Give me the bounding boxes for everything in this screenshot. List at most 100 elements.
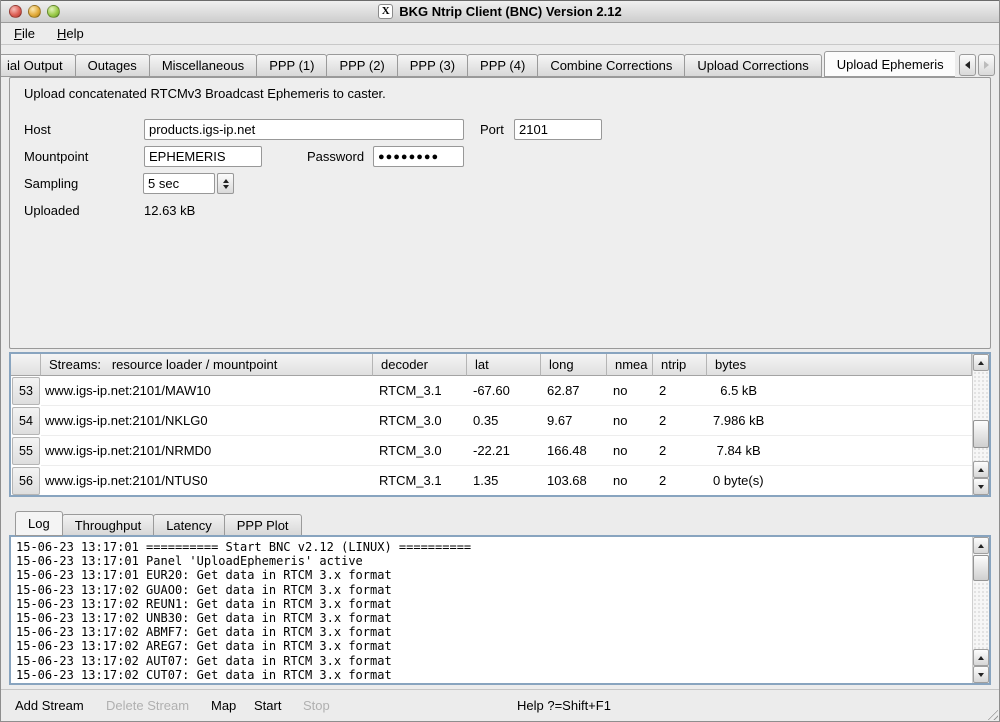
sampling-input[interactable] — [143, 173, 215, 194]
scroll-up-button-bottom[interactable] — [973, 461, 989, 478]
table-rows: 53www.igs-ip.net:2101/MAW10 RTCM_3.1 -67.6… — [11, 376, 972, 495]
port-input[interactable] — [514, 119, 602, 140]
column-header-bytes[interactable]: bytes — [707, 354, 972, 376]
cell-lat: 1.35 — [467, 466, 541, 495]
scroll-up-button[interactable] — [973, 537, 989, 554]
cell-stream: www.igs-ip.net:2101/MAW10 — [41, 376, 373, 406]
scroll-down-button[interactable] — [973, 478, 989, 495]
arrow-down-icon — [978, 485, 984, 489]
scroll-down-button[interactable] — [973, 666, 989, 683]
table-row[interactable]: 55www.igs-ip.net:2101/NRMD0RTCM_3.0-22.2… — [11, 436, 972, 466]
tab-ppp-2[interactable]: PPP (2) — [326, 54, 397, 77]
log-output[interactable]: 15-06-23 13:17:01 ========== Start BNC v… — [11, 537, 972, 683]
tab-scroll-buttons — [955, 54, 999, 77]
column-header-streams-resource-loader-mountpoint[interactable]: Streams: resource loader / mountpoint — [41, 354, 373, 376]
column-header-lat[interactable]: lat — [467, 354, 541, 376]
sampling-stepper[interactable] — [217, 173, 234, 194]
log-line: 15-06-23 13:17:02 AUT07: Get data in RTC… — [16, 654, 972, 668]
row-number: 56 — [12, 467, 40, 495]
scrollbar-track[interactable] — [973, 371, 989, 461]
menu-file[interactable]: File — [9, 24, 40, 43]
column-header-ntrip[interactable]: ntrip — [653, 354, 707, 376]
tab-miscellaneous[interactable]: Miscellaneous — [149, 54, 257, 77]
row-number: 53 — [12, 377, 40, 405]
cell-nmea: no — [607, 406, 653, 436]
tab-ppp-1[interactable]: PPP (1) — [256, 54, 327, 77]
tab-ppp-4[interactable]: PPP (4) — [467, 54, 538, 77]
log-panel: 15-06-23 13:17:01 ========== Start BNC v… — [9, 535, 991, 685]
table-row[interactable]: 56www.igs-ip.net:2101/NTUS0RTCM_3.11.351… — [11, 466, 972, 495]
bnc-window: X BKG Ntrip Client (BNC) Version 2.12 Fi… — [0, 0, 1000, 722]
log-vertical-scrollbar[interactable] — [972, 537, 989, 683]
cell-ntrip: 2 — [653, 466, 707, 495]
map-button[interactable]: Map — [211, 698, 236, 713]
zoom-window-button[interactable] — [47, 5, 60, 18]
minimize-window-button[interactable] — [28, 5, 41, 18]
column-header-long[interactable]: long — [541, 354, 607, 376]
tab-scroll-right-button[interactable] — [978, 54, 995, 76]
streams-table-body: Streams: resource loader / mountpointdec… — [11, 354, 972, 495]
menu-help[interactable]: Help — [52, 24, 89, 43]
tab-latency[interactable]: Latency — [153, 514, 225, 536]
tab-upload-ephemeris[interactable]: Upload Ephemeris — [824, 51, 955, 77]
password-label: Password — [307, 146, 364, 167]
tab-ppp-plot[interactable]: PPP Plot — [224, 514, 302, 536]
resize-grip[interactable] — [985, 707, 998, 720]
tab-outages[interactable]: Outages — [75, 54, 150, 77]
log-line: 15-06-23 13:17:02 REUN1: Get data in RTC… — [16, 597, 972, 611]
tab-ppp-3[interactable]: PPP (3) — [397, 54, 468, 77]
cell-long: 62.87 — [541, 376, 607, 406]
mountpoint-label: Mountpoint — [24, 146, 88, 167]
tab-throughput[interactable]: Throughput — [62, 514, 155, 536]
log-line: 15-06-23 13:17:02 UNB30: Get data in RTC… — [16, 611, 972, 625]
menubar: File Help — [1, 23, 999, 45]
arrow-up-icon — [978, 544, 984, 548]
cell-long: 103.68 — [541, 466, 607, 495]
sampling-label: Sampling — [24, 173, 78, 194]
host-input[interactable] — [144, 119, 464, 140]
cell-nmea: no — [607, 376, 653, 406]
tab-upload-corrections[interactable]: Upload Corrections — [684, 54, 821, 77]
column-header-decoder[interactable]: decoder — [373, 354, 467, 376]
mountpoint-input[interactable] — [144, 146, 262, 167]
title-area: X BKG Ntrip Client (BNC) Version 2.12 — [1, 1, 999, 22]
tab-scroll-left-button[interactable] — [959, 54, 976, 76]
streams-table: Streams: resource loader / mountpointdec… — [9, 352, 991, 497]
cell-long: 166.48 — [541, 436, 607, 466]
log-line: 15-06-23 13:17:02 CUT07: Get data in RTC… — [16, 668, 972, 682]
panel-description: Upload concatenated RTCMv3 Broadcast Eph… — [24, 86, 386, 101]
cell-ntrip: 2 — [653, 436, 707, 466]
column-header-nmea[interactable]: nmea — [607, 354, 653, 376]
upload-ephemeris-panel: Upload concatenated RTCMv3 Broadcast Eph… — [9, 77, 991, 349]
table-vertical-scrollbar[interactable] — [972, 354, 989, 495]
tab-combine-corrections[interactable]: Combine Corrections — [537, 54, 685, 77]
scroll-up-button[interactable] — [973, 354, 989, 371]
log-line: 15-06-23 13:17:02 ABMF7: Get data in RTC… — [16, 625, 972, 639]
start-button[interactable]: Start — [254, 698, 281, 713]
titlebar[interactable]: X BKG Ntrip Client (BNC) Version 2.12 — [1, 0, 999, 23]
row-number: 55 — [12, 437, 40, 465]
cell-nmea: no — [607, 436, 653, 466]
arrow-up-icon — [978, 656, 984, 660]
scrollbar-thumb[interactable] — [973, 555, 989, 581]
cell-nmea: no — [607, 466, 653, 495]
password-input[interactable]: ●●●●●●●● — [373, 146, 464, 167]
table-row[interactable]: 54www.igs-ip.net:2101/NKLG0RTCM_3.00.359… — [11, 406, 972, 436]
arrow-down-icon — [978, 673, 984, 677]
cell-decoder: RTCM_3.1 — [373, 466, 467, 495]
arrow-up-icon — [978, 361, 984, 365]
close-window-button[interactable] — [9, 5, 22, 18]
scrollbar-track[interactable] — [973, 554, 989, 649]
scroll-up-button-bottom[interactable] — [973, 649, 989, 666]
table-row[interactable]: 53www.igs-ip.net:2101/MAW10RTCM_3.1-67.6… — [11, 376, 972, 406]
add-stream-button[interactable]: Add Stream — [15, 698, 84, 713]
cell-lat: -67.60 — [467, 376, 541, 406]
cell-ntrip: 2 — [653, 406, 707, 436]
tab-ial-output[interactable]: ial Output — [1, 54, 76, 77]
tab-log[interactable]: Log — [15, 511, 63, 536]
help-shortcut-label: Help ?=Shift+F1 — [517, 698, 611, 713]
statusbar: Add StreamDelete StreamMapStartStop Help… — [1, 689, 999, 721]
log-line: 15-06-23 13:17:01 EUR20: Get data in RTC… — [16, 568, 972, 582]
cell-stream: www.igs-ip.net:2101/NRMD0 — [41, 436, 373, 466]
scrollbar-thumb[interactable] — [973, 420, 989, 448]
